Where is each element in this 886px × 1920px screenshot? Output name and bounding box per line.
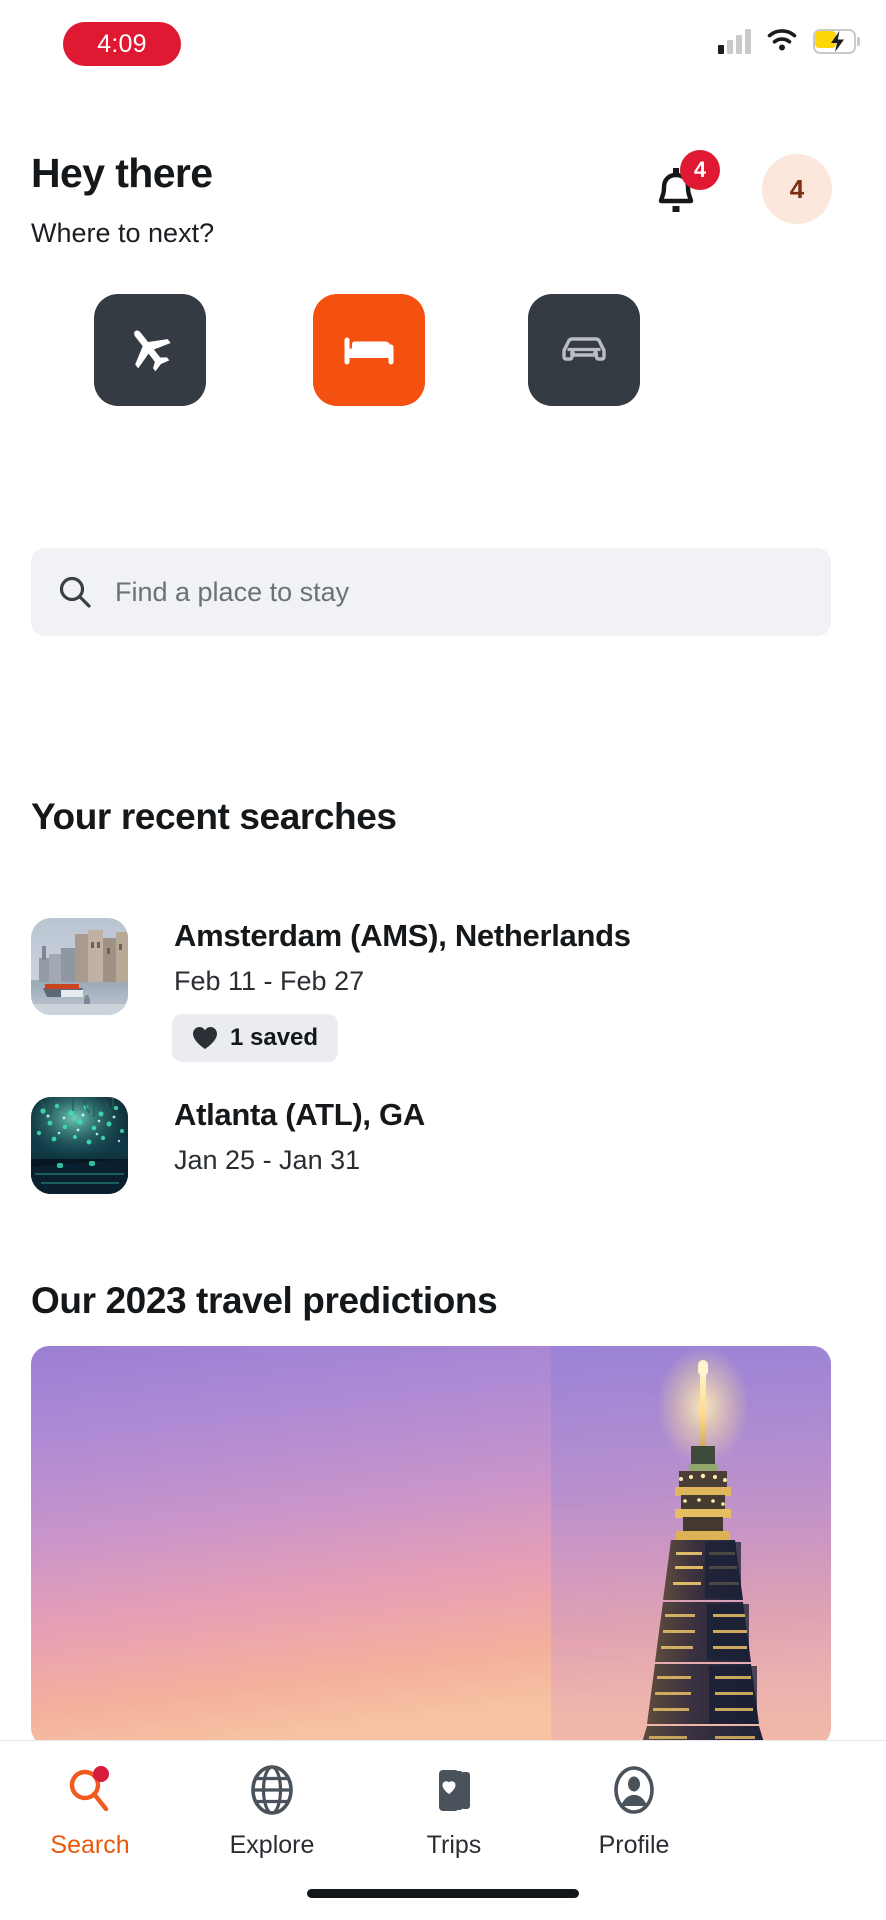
wifi-icon [766,28,798,54]
search-input[interactable]: Find a place to stay [31,548,831,636]
category-hotels-button[interactable] [313,294,425,406]
cellular-signal-icon [718,28,751,54]
nav-item-search[interactable]: Search [0,1763,190,1860]
person-circle-icon [614,1766,654,1814]
recent-search-item-amsterdam[interactable]: Amsterdam (AMS), Netherlands Feb 11 - Fe… [31,918,851,1078]
search-placeholder: Find a place to stay [115,576,350,607]
header: Hey there Where to next? 4 4 [0,128,886,268]
atlanta-lights-thumbnail [31,1097,128,1194]
amsterdam-canal-thumbnail [31,918,128,1015]
category-flights-button[interactable] [94,294,206,406]
bottom-navigation: Search Explore Trips Profile [0,1740,886,1920]
recent-searches-heading: Your recent searches [31,796,397,837]
nav-item-explore[interactable]: Explore [172,1763,372,1860]
car-icon [562,337,606,361]
recent-search-destination: Amsterdam (AMS), Netherlands [174,918,631,953]
search-magnifier-icon [69,1766,109,1812]
globe-icon [251,1765,293,1815]
notification-count-badge: 4 [680,150,720,190]
nav-label-profile: Profile [598,1831,670,1859]
status-bar-indicators [718,28,860,54]
nav-item-trips[interactable]: Trips [354,1763,554,1860]
saved-count-chip[interactable]: 1 saved [172,1014,339,1062]
recent-search-destination: Atlanta (ATL), GA [174,1097,425,1132]
app-screen: 4:09 Hey there Where to next? 4 4 Find a… [0,0,886,1920]
page-subtitle: Where to next? [31,218,215,248]
avatar[interactable]: 4 [762,154,832,224]
trips-cards-heart-icon [439,1770,470,1811]
nav-label-search: Search [50,1831,130,1859]
nav-label-explore: Explore [229,1831,315,1859]
bed-icon [344,337,394,365]
notifications-button[interactable]: 4 [648,150,720,224]
nav-label-trips: Trips [426,1831,482,1859]
recent-search-dates: Feb 11 - Feb 27 [174,966,365,996]
taipei-101-dusk-hero[interactable] [31,1346,831,1746]
battery-charging-icon [813,29,860,54]
heart-filled-icon [193,1027,217,1049]
category-tiles [0,294,886,410]
saved-count-label: 1 saved [230,1024,319,1051]
nav-item-profile[interactable]: Profile [534,1763,734,1860]
search-icon [59,576,91,608]
status-bar: 4:09 [0,0,886,100]
recent-search-item-atlanta[interactable]: Atlanta (ATL), GA Jan 25 - Jan 31 [31,1097,851,1217]
airplane-icon [134,330,171,372]
recording-time-pill[interactable]: 4:09 [63,22,181,66]
home-indicator[interactable] [307,1889,579,1898]
category-cars-button[interactable] [528,294,640,406]
predictions-heading: Our 2023 travel predictions [31,1280,498,1321]
recent-search-dates: Jan 25 - Jan 31 [174,1145,361,1175]
page-title: Hey there [31,150,213,196]
